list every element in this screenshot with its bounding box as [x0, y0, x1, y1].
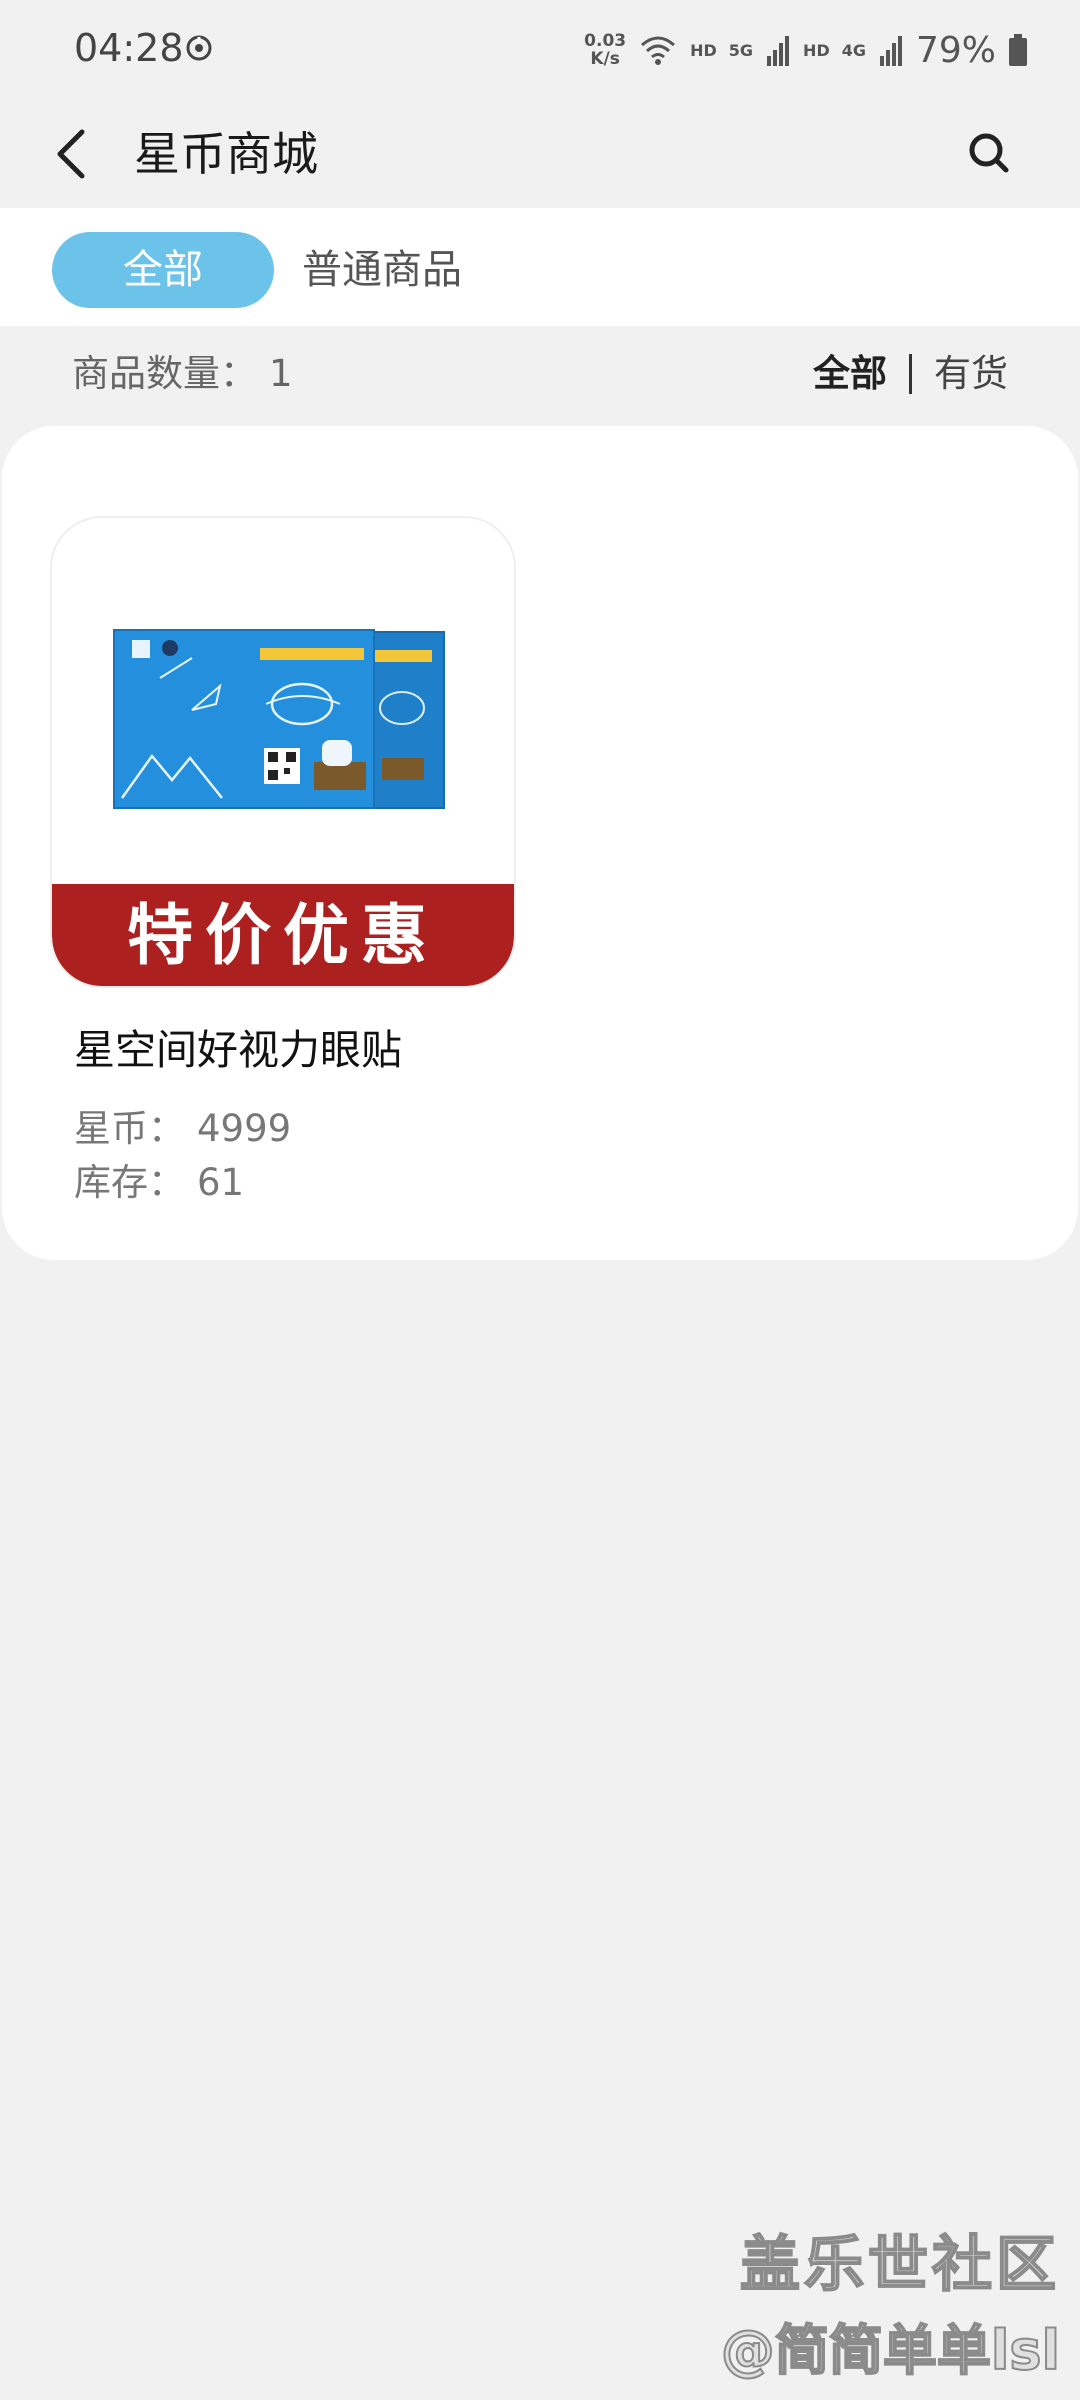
network-type-2: 4G [841, 40, 866, 60]
eye-patch-product-image [52, 518, 514, 878]
signal-icon [879, 36, 902, 66]
filter-in-stock[interactable]: 有货 [934, 344, 1008, 404]
battery-percent: 79% [915, 29, 996, 71]
tab-normal-goods[interactable]: 普通商品 [302, 232, 462, 308]
product-count-label: 商品数量： [72, 352, 257, 395]
network-speed: 0.03 K/s [584, 32, 626, 68]
network-speed-value: 0.03 [584, 31, 627, 51]
network-speed-unit: K/s [590, 49, 620, 69]
product-list: 特价优惠 星空间好视力眼贴 星币： 4999 库存： 61 [2, 426, 1078, 1260]
watermark-author: @简简单单lsl [720, 2318, 1061, 2383]
stock-value: 61 [197, 1161, 245, 1204]
sync-icon [186, 35, 212, 61]
product-price: 星币： 4999 [74, 1102, 291, 1156]
category-tabs: 全部 普通商品 [0, 208, 1080, 326]
product-name[interactable]: 星空间好视力眼贴 [74, 1020, 402, 1080]
stock-label: 库存： [74, 1161, 185, 1204]
signal-icon [767, 36, 790, 66]
wifi-icon [641, 36, 676, 65]
status-icons: 0.03 K/s HD 5G HD 4G 79% [584, 24, 1028, 76]
filter-divider [909, 354, 912, 394]
back-arrow-icon[interactable] [46, 122, 106, 186]
watermark-community: 盖乐世社区 [739, 2229, 1060, 2301]
stock-filter: 全部 有货 [813, 344, 1008, 404]
product-count-value: 1 [269, 352, 293, 395]
page-title: 星币商城 [134, 127, 318, 181]
product-stock: 库存： 61 [74, 1156, 244, 1210]
price-value: 4999 [197, 1107, 292, 1150]
status-bar: 04:28 0.03 K/s HD 5G HD 4G 79% [0, 0, 1080, 100]
network-type-1: 5G [728, 40, 754, 60]
filter-all[interactable]: 全部 [813, 344, 887, 404]
price-label: 星币： [74, 1107, 185, 1150]
product-card[interactable]: 特价优惠 [50, 516, 516, 988]
search-icon[interactable] [958, 122, 1022, 186]
promo-banner: 特价优惠 [52, 884, 514, 986]
app-bar: 星币商城 [0, 100, 1080, 208]
tab-all[interactable]: 全部 [52, 232, 274, 308]
status-time: 04:28 [74, 26, 184, 70]
hd-label-2: HD [803, 40, 830, 60]
battery-icon [1009, 34, 1027, 66]
product-count: 商品数量： 1 [72, 344, 293, 404]
hd-label-1: HD [690, 40, 717, 60]
count-row: 商品数量： 1 全部 有货 [0, 326, 1080, 426]
